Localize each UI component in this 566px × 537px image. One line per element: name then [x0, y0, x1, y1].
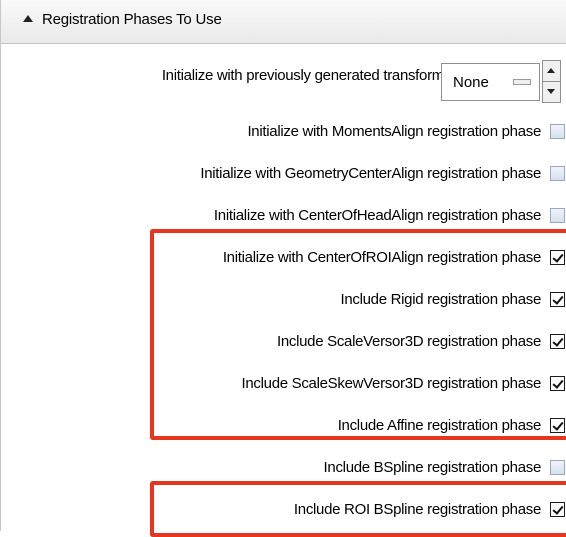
highlight-box-initialize-phases — [150, 229, 566, 440]
transform-combo[interactable]: None — [441, 63, 540, 101]
spin-up-icon[interactable] — [543, 61, 560, 82]
checkbox-center-of-head[interactable] — [550, 208, 565, 223]
phase-label-center-of-head: Initialize with CenterOfHeadAlign regist… — [213, 207, 541, 224]
highlight-box-roi-bspline — [150, 481, 566, 537]
transform-combo-value: None — [453, 74, 489, 91]
combo-grip-icon — [513, 79, 531, 85]
checkbox-moments[interactable] — [550, 124, 565, 139]
phase-label-geometry-center: Initialize with GeometryCenterAlign regi… — [200, 165, 541, 182]
section-title: Registration Phases To Use — [42, 11, 222, 28]
spin-down-icon[interactable] — [543, 82, 560, 102]
section-header[interactable]: Registration Phases To Use — [1, 0, 566, 44]
checkbox-geometry-center[interactable] — [550, 166, 565, 181]
transform-label: Initialize with previously generated tra… — [161, 67, 444, 84]
checkbox-bspline[interactable] — [550, 460, 565, 475]
collapse-arrow-icon[interactable] — [23, 15, 33, 22]
transform-spinner[interactable] — [542, 60, 561, 103]
phase-label-bspline: Include BSpline registration phase — [323, 459, 542, 476]
registration-phases-panel: Registration Phases To Use Initialize wi… — [0, 0, 566, 537]
phase-label-moments: Initialize with MomentsAlign registratio… — [247, 123, 541, 140]
